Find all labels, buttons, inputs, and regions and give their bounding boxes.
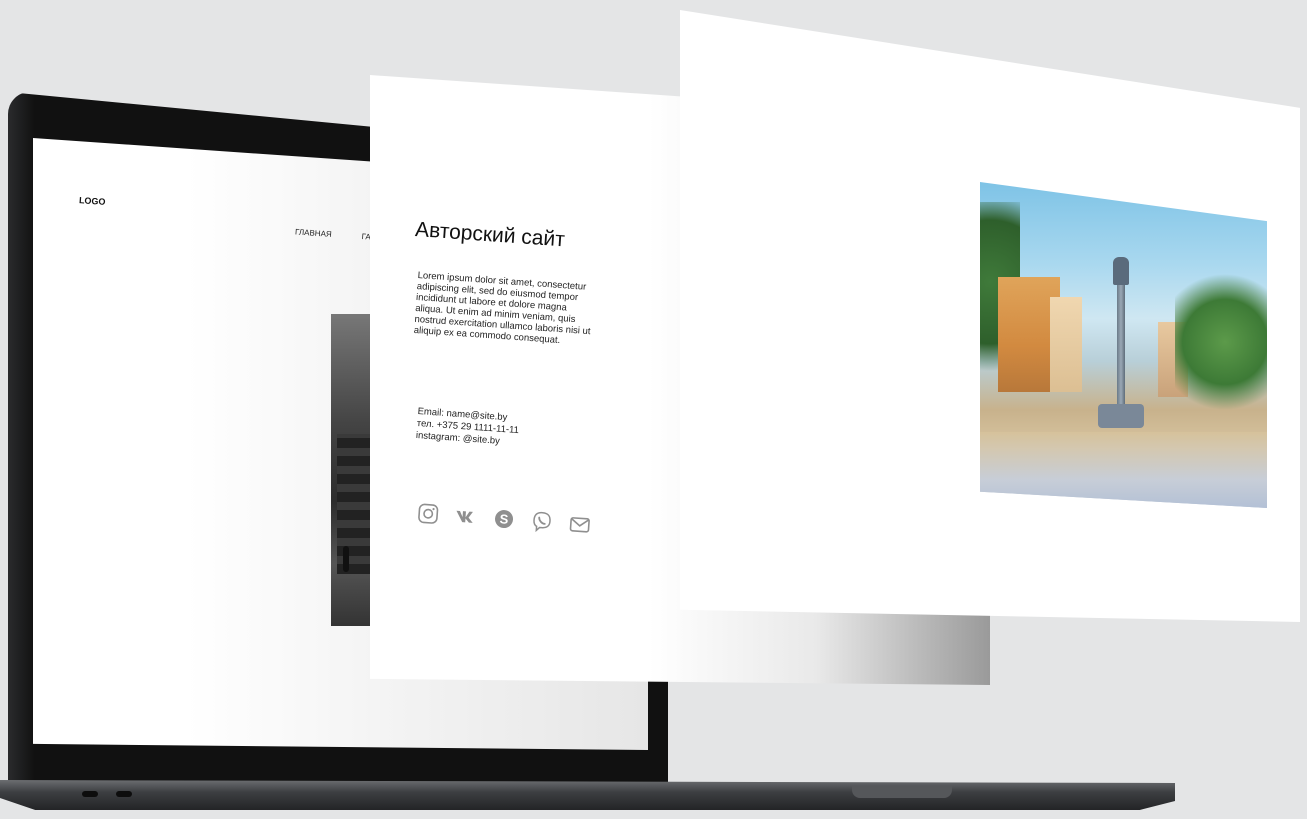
contacts-block: Email: name@site.by тел. +375 29 1111-11… — [415, 406, 520, 449]
mail-icon[interactable] — [568, 513, 591, 536]
viber-icon[interactable] — [530, 510, 553, 533]
instagram-icon[interactable] — [416, 502, 439, 525]
site-nav: ГЛАВНАЯ ГА — [295, 227, 371, 241]
vk-icon[interactable] — [454, 505, 477, 528]
painting-column — [1117, 277, 1125, 417]
laptop-notch — [852, 786, 952, 798]
photo-person — [343, 546, 349, 572]
intro-text: Lorem ipsum dolor sit amet, consectetur … — [413, 270, 591, 347]
watercolor-painting[interactable] — [980, 182, 1267, 508]
painting-monument-base — [1098, 404, 1144, 428]
site-logo[interactable]: LOGO — [79, 195, 106, 207]
usb-port — [116, 791, 132, 797]
painting-building — [1050, 297, 1082, 392]
svg-text:S: S — [499, 511, 509, 527]
usb-port — [82, 791, 98, 797]
painting-tree — [1175, 262, 1267, 422]
nav-item-home[interactable]: ГЛАВНАЯ — [295, 227, 332, 239]
skype-icon[interactable]: S — [492, 507, 515, 530]
painting-statue — [1113, 257, 1129, 285]
laptop-base — [0, 780, 1175, 810]
nav-item-gallery[interactable]: ГА — [361, 232, 371, 242]
